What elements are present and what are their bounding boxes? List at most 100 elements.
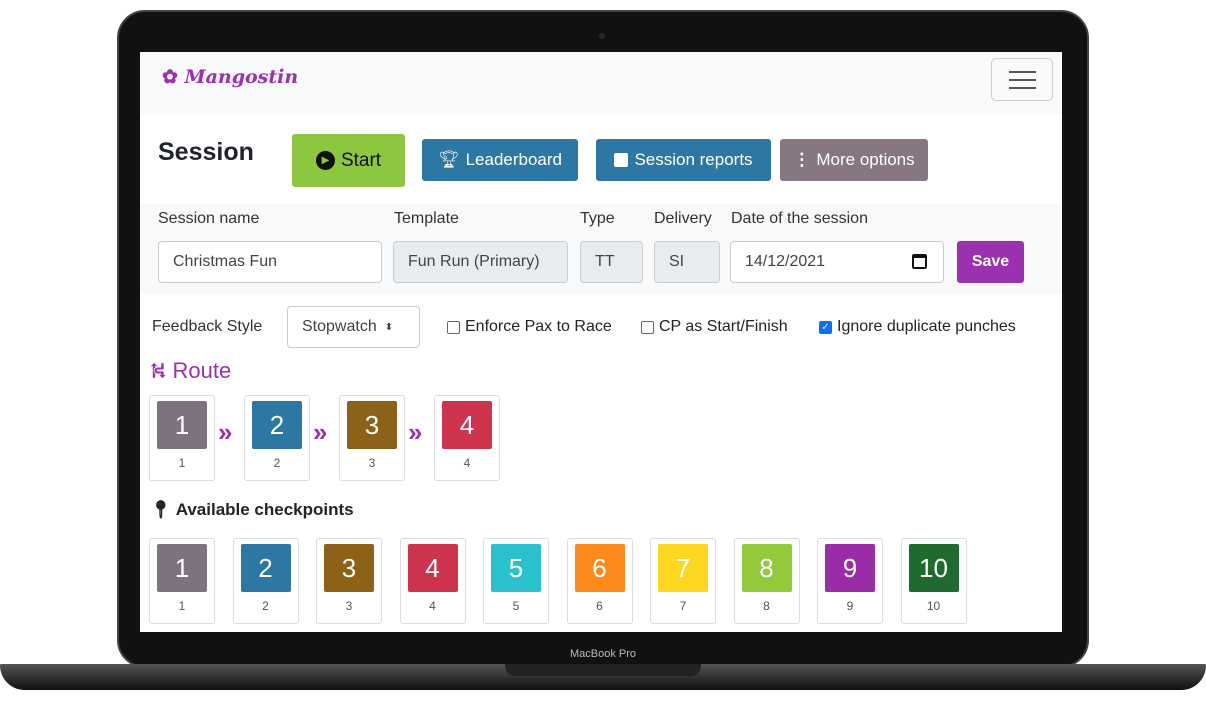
device-label: MacBook Pro bbox=[569, 648, 637, 660]
camera bbox=[599, 33, 605, 39]
play-circle-icon: ▶ bbox=[315, 151, 335, 170]
session-name-input[interactable]: Christmas Fun bbox=[158, 241, 382, 283]
page-title: Session bbox=[158, 138, 254, 166]
checkpoint-label: 2 bbox=[273, 456, 281, 470]
session-reports-button[interactable]: Session reports bbox=[596, 139, 771, 181]
date-value: 14/12/2021 bbox=[745, 253, 826, 270]
checkpoint-label: 1 bbox=[178, 599, 186, 613]
leaderboard-button[interactable]: 🏆︎ Leaderboard bbox=[422, 139, 578, 181]
checkbox-label: Ignore duplicate punches bbox=[837, 318, 1016, 335]
date-input[interactable]: 14/12/2021 bbox=[730, 241, 944, 283]
brand-logo[interactable]: ✿ Mangostin bbox=[162, 66, 298, 88]
available-checkpoint-card[interactable]: 55 bbox=[483, 538, 549, 624]
available-checkpoint-card[interactable]: 33 bbox=[316, 538, 382, 624]
leaderboard-label: Leaderboard bbox=[465, 150, 562, 169]
checkpoint-label: 9 bbox=[846, 599, 854, 613]
chevrons-right-icon: » bbox=[408, 417, 423, 447]
enforce-pax-checkbox[interactable]: Enforce Pax to Race bbox=[447, 318, 612, 336]
checkpoint-badge: 9 bbox=[825, 544, 875, 592]
route-title: Route bbox=[172, 358, 232, 383]
available-checkpoint-card[interactable]: 88 bbox=[733, 538, 800, 624]
feedback-style-select[interactable]: Stopwatch ⬍ bbox=[287, 306, 420, 348]
route-checkpoint-card[interactable]: 44 bbox=[434, 395, 500, 481]
checkpoint-label: 1 bbox=[178, 456, 186, 470]
checkpoint-badge: 5 bbox=[491, 544, 541, 592]
reports-label: Session reports bbox=[634, 150, 753, 169]
checkpoint-badge: 4 bbox=[442, 401, 492, 449]
ellipsis-vertical-icon: ⋮ bbox=[793, 150, 811, 169]
available-checkpoint-card[interactable]: 10 10 bbox=[900, 538, 967, 624]
route-checkpoint-card[interactable]: 33 bbox=[339, 395, 405, 481]
checkpoint-badge: 7 bbox=[658, 544, 708, 592]
route-heading: ⛕ Route bbox=[150, 358, 231, 387]
map-marker-icon: 📍︎ bbox=[150, 500, 172, 519]
available-title: Available checkpoints bbox=[175, 500, 354, 519]
type-field: TT bbox=[580, 241, 643, 283]
feedback-style-value: Stopwatch bbox=[302, 318, 377, 335]
cp-start-finish-checkbox[interactable]: CP as Start/Finish bbox=[641, 318, 788, 336]
checkpoint-badge: 2 bbox=[240, 544, 291, 592]
available-checkpoint-card[interactable]: 44 bbox=[399, 538, 466, 624]
available-checkpoint-card[interactable]: 66 bbox=[566, 538, 633, 624]
template-label: Template bbox=[394, 210, 459, 227]
checkpoint-badge: 1 bbox=[157, 544, 207, 592]
checkpoint-label: 4 bbox=[429, 599, 436, 613]
checkbox-box[interactable] bbox=[447, 320, 460, 334]
start-button[interactable]: ▶ Start bbox=[292, 134, 405, 187]
route-checkpoint-card[interactable]: 22 bbox=[244, 395, 310, 481]
calendar-icon[interactable] bbox=[912, 254, 927, 269]
checkpoint-label: 5 bbox=[512, 599, 520, 613]
trophy-icon: 🏆︎ bbox=[437, 150, 460, 169]
available-heading: 📍︎ Available checkpoints bbox=[150, 500, 354, 520]
checkpoint-label: 3 bbox=[368, 456, 376, 470]
checkpoint-label: 3 bbox=[345, 599, 353, 613]
menu-toggle-button[interactable] bbox=[991, 58, 1053, 101]
flower-icon: ✿ bbox=[162, 66, 178, 88]
template-field: Fun Run (Primary) bbox=[393, 241, 568, 283]
save-label: Save bbox=[971, 253, 1010, 270]
available-checkpoint-card[interactable]: 22 bbox=[232, 538, 299, 624]
more-options-button[interactable]: ⋮ More options bbox=[780, 139, 928, 181]
more-label: More options bbox=[816, 150, 915, 169]
start-label: Start bbox=[340, 149, 382, 171]
delivery-field: SI bbox=[654, 241, 720, 283]
date-label: Date of the session bbox=[731, 210, 868, 227]
checkpoint-label: 2 bbox=[262, 599, 269, 613]
available-checkpoint-card[interactable]: 11 bbox=[149, 538, 215, 624]
laptop-notch bbox=[505, 664, 701, 676]
checkpoint-label: 7 bbox=[679, 599, 687, 613]
chevrons-right-icon: » bbox=[218, 417, 233, 447]
checkpoint-label: 8 bbox=[763, 599, 770, 613]
available-checkpoint-card[interactable]: 77 bbox=[650, 538, 716, 624]
type-label: Type bbox=[580, 210, 615, 227]
session-name-label: Session name bbox=[158, 210, 260, 227]
checkpoint-badge: 6 bbox=[574, 544, 625, 592]
ignore-duplicates-checkbox[interactable]: ✓ Ignore duplicate punches bbox=[819, 318, 1016, 336]
checkbox-box-checked[interactable]: ✓ bbox=[819, 320, 832, 334]
checkpoint-badge: 1 bbox=[157, 401, 207, 449]
brand-name: Mangostin bbox=[184, 66, 299, 88]
checkpoint-badge: 2 bbox=[252, 401, 302, 449]
navbar: ✿ Mangostin bbox=[140, 52, 1062, 114]
checkpoint-badge: 10 bbox=[908, 544, 959, 592]
checkpoint-badge: 4 bbox=[407, 544, 458, 592]
checkpoint-badge: 3 bbox=[347, 401, 397, 449]
checkbox-box[interactable] bbox=[641, 320, 654, 334]
app-screen: ✿ Mangostin Session ▶ Start 🏆︎ Leaderboard… bbox=[140, 52, 1062, 632]
checkpoint-label: 10 bbox=[926, 599, 941, 613]
checkpoint-label: 6 bbox=[596, 599, 603, 613]
checkpoint-badge: 8 bbox=[741, 544, 792, 592]
checkpoint-label: 4 bbox=[463, 456, 471, 470]
delivery-label: Delivery bbox=[654, 210, 712, 227]
checkbox-label: Enforce Pax to Race bbox=[465, 318, 612, 335]
save-button[interactable]: Save bbox=[957, 241, 1024, 283]
checkpoint-badge: 3 bbox=[324, 544, 374, 592]
chevrons-right-icon: » bbox=[313, 417, 328, 447]
select-arrows-icon: ⬍ bbox=[384, 321, 394, 333]
feedback-style-label: Feedback Style bbox=[152, 318, 263, 335]
checkbox-label: CP as Start/Finish bbox=[659, 318, 788, 335]
chart-icon bbox=[614, 153, 629, 167]
route-checkpoint-card[interactable]: 11 bbox=[149, 395, 215, 481]
route-icon: ⛕ bbox=[150, 358, 167, 383]
available-checkpoint-card[interactable]: 99 bbox=[817, 538, 883, 624]
